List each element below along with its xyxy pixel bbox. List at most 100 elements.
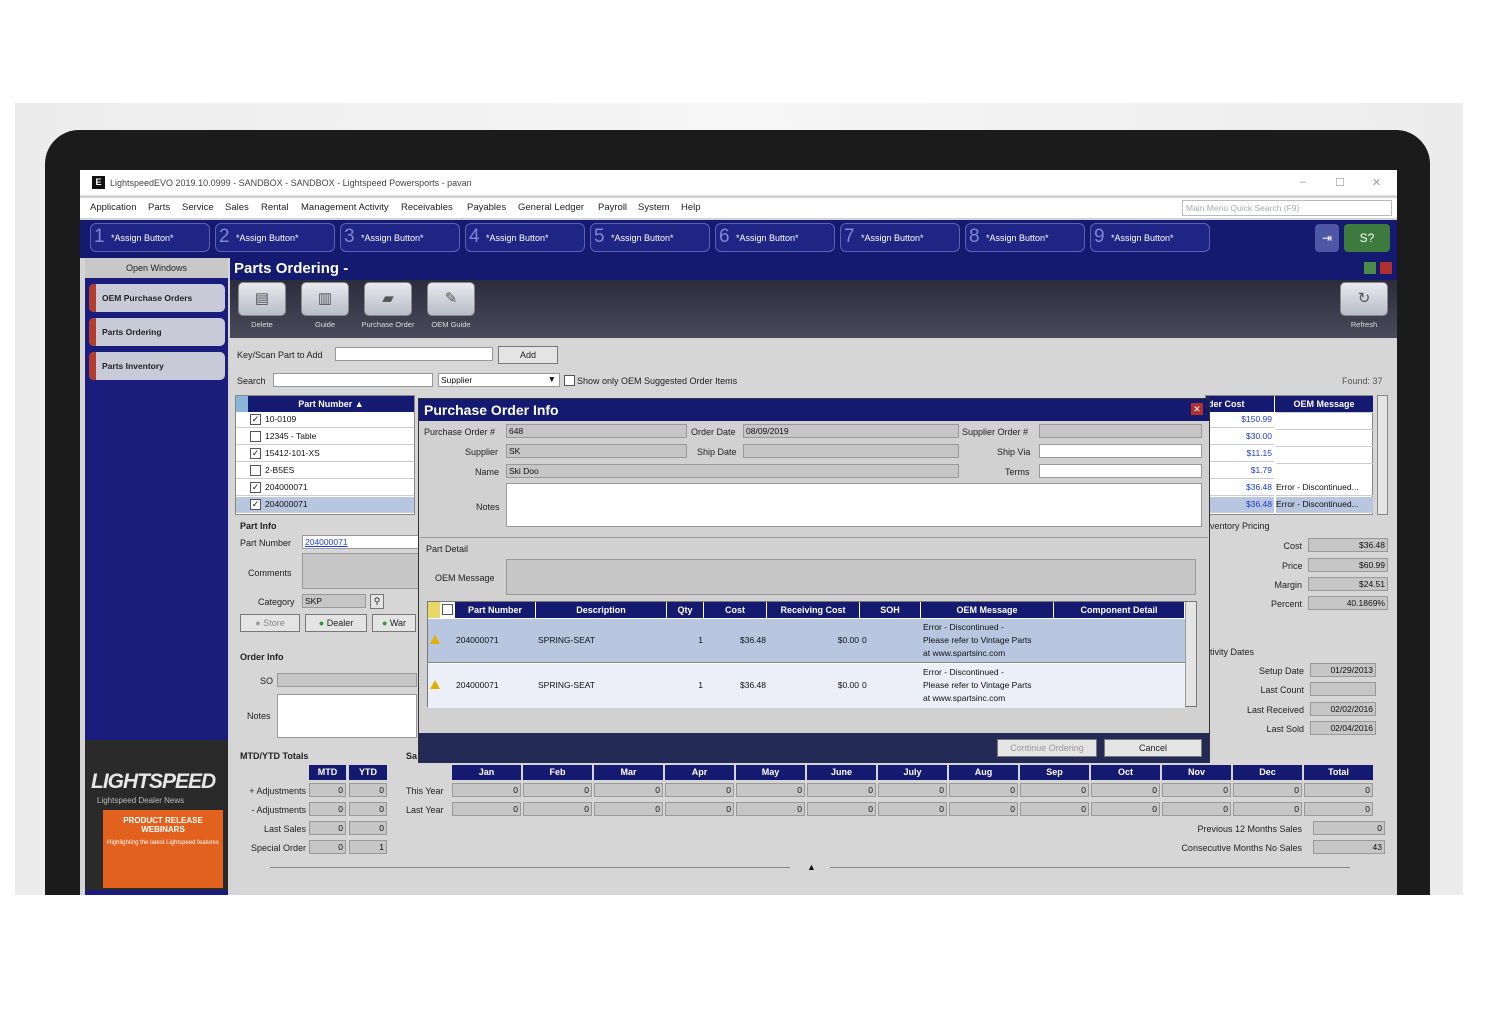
table-row[interactable]: 2-B5ES [236,463,414,479]
assign-button-2[interactable]: 2 *Assign Button* [215,223,335,252]
show-oem-checkbox[interactable] [564,375,575,386]
menu-rental[interactable]: Rental [261,202,288,213]
menu-sales[interactable]: Sales [225,202,249,213]
ship-via-field[interactable] [1039,444,1202,458]
assign-button-9[interactable]: 9 *Assign Button* [1090,223,1210,252]
row-checkbox[interactable]: ✓ [250,414,261,425]
category-field[interactable]: SKP [302,594,366,608]
cancel-button[interactable]: Cancel [1104,739,1202,757]
close-page-icon[interactable] [1380,262,1392,274]
col-cost[interactable]: Cost [704,602,766,618]
table-row[interactable]: 12345 - Table [236,429,414,445]
col-description[interactable]: Description [536,602,666,618]
table-row[interactable]: ✓ 15412-101-XS [236,446,414,462]
divider [270,867,790,868]
row-checkbox[interactable] [250,431,261,442]
part-number-header[interactable]: Part Number ▲ [248,396,414,412]
row-oem-message [1276,463,1373,464]
assign-button-3[interactable]: 3 *Assign Button* [340,223,460,252]
comments-field[interactable] [302,553,420,589]
so-field[interactable] [277,673,417,687]
order-notes-field[interactable] [277,694,417,738]
order-date-field[interactable]: 08/09/2019 [743,424,959,438]
select-all-checkbox[interactable] [442,604,453,615]
menu-management-activity[interactable]: Management Activity [301,202,389,213]
edit-icon[interactable]: ✎ [427,282,475,316]
sidebar-item-parts-ordering[interactable]: Parts Ordering [89,318,225,346]
help-icon[interactable]: S? [1344,224,1390,252]
folder-icon[interactable]: ▰ [364,282,412,316]
table-row[interactable]: 204000071 SPRING-SEAT 1 $36.48 $0.00 0 E… [428,664,1185,708]
menu-general-ledger[interactable]: General Ledger [518,202,584,213]
order-cost-header[interactable]: der Cost [1206,396,1274,412]
terms-field[interactable] [1039,464,1202,478]
assign-button-1[interactable]: 1 *Assign Button* [90,223,210,252]
close-window-icon[interactable] [89,284,96,312]
close-window-icon[interactable] [89,318,96,346]
minimize-icon[interactable]: – [1300,176,1306,188]
dialog-close-icon[interactable]: ✕ [1191,403,1203,415]
detail-grid-scrollbar[interactable] [1185,602,1196,706]
quick-search-input[interactable]: Main Menu Quick Search (F9) [1182,200,1392,216]
table-row-selected[interactable]: ✓ 204000071 [236,497,414,513]
menu-payroll[interactable]: Payroll [598,202,627,213]
table-row[interactable]: ✓ 204000071 [236,480,414,496]
promo-banner[interactable]: LIGHTSPEED Lightspeed Dealer News PRODUC… [85,740,228,890]
chart-icon[interactable]: ▥ [301,282,349,316]
row-checkbox[interactable] [250,465,261,476]
po-number-field[interactable]: 648 [506,424,687,438]
col-component-detail[interactable]: Component Detail [1054,602,1184,618]
add-button[interactable]: Add [498,346,558,364]
menu-application[interactable]: Application [90,202,136,213]
dealer-button[interactable]: ● Dealer [305,614,367,632]
close-icon[interactable]: ✕ [1372,176,1381,189]
table-row-selected[interactable]: 204000071 SPRING-SEAT 1 $36.48 $0.00 0 E… [428,619,1185,663]
grid-scrollbar[interactable] [1377,395,1388,515]
restore-icon[interactable] [1364,262,1376,274]
last-year-month-value: 0 [878,802,947,816]
col-soh[interactable]: SOH [860,602,920,618]
menu-service[interactable]: Service [182,202,214,213]
supplier-field[interactable]: SK [506,444,687,458]
splitter-arrow-icon[interactable]: ▲ [807,862,816,872]
col-receiving-cost[interactable]: Receiving Cost [767,602,859,618]
assign-button-7[interactable]: 7 *Assign Button* [840,223,960,252]
row-checkbox[interactable]: ✓ [250,448,261,459]
row-checkbox[interactable]: ✓ [250,482,261,493]
binoculars-icon[interactable]: ⚲ [370,594,384,609]
sidebar-item-oem-purchase-orders[interactable]: OEM Purchase Orders [89,284,225,312]
table-row[interactable]: ✓ 10-0109 [236,412,414,428]
continue-ordering-button[interactable]: Continue Ordering [997,739,1097,757]
col-part-number[interactable]: Part Number [455,602,535,618]
assign-button-8[interactable]: 8 *Assign Button* [965,223,1085,252]
menu-receivables[interactable]: Receivables [401,202,453,213]
part-number-link[interactable]: 204000071 [302,535,420,549]
oem-message-header[interactable]: OEM Message [1275,396,1373,412]
row-checkbox[interactable]: ✓ [250,499,261,510]
sidebar-item-parts-inventory[interactable]: Parts Inventory [89,352,225,380]
exit-icon[interactable]: ⇥ [1315,224,1339,252]
supplier-select[interactable]: Supplier ▼ [438,373,560,387]
dialog-notes-field[interactable] [506,483,1202,527]
supplier-order-field[interactable] [1039,424,1202,438]
assign-button-4[interactable]: 4 *Assign Button* [465,223,585,252]
menu-system[interactable]: System [638,202,670,213]
assign-button-6[interactable]: 6 *Assign Button* [715,223,835,252]
menu-help[interactable]: Help [681,202,701,213]
menu-parts[interactable]: Parts [148,202,170,213]
search-input[interactable] [273,373,433,387]
col-oem-message[interactable]: OEM Message [921,602,1053,618]
close-window-icon[interactable] [89,352,96,380]
name-field[interactable]: Ski Doo [506,464,959,478]
printer-icon[interactable]: ▤ [238,282,286,316]
ship-date-field[interactable] [743,444,959,458]
supplier-order-label: Supplier Order # [962,427,1029,437]
maximize-icon[interactable]: ☐ [1335,176,1345,189]
menu-payables[interactable]: Payables [467,202,506,213]
war-button[interactable]: ● War [372,614,416,632]
store-button[interactable]: ● Store [240,614,300,632]
refresh-icon[interactable]: ↻ [1340,282,1388,316]
key-scan-input[interactable] [335,347,493,361]
assign-button-5[interactable]: 5 *Assign Button* [590,223,710,252]
col-qty[interactable]: Qty [667,602,703,618]
